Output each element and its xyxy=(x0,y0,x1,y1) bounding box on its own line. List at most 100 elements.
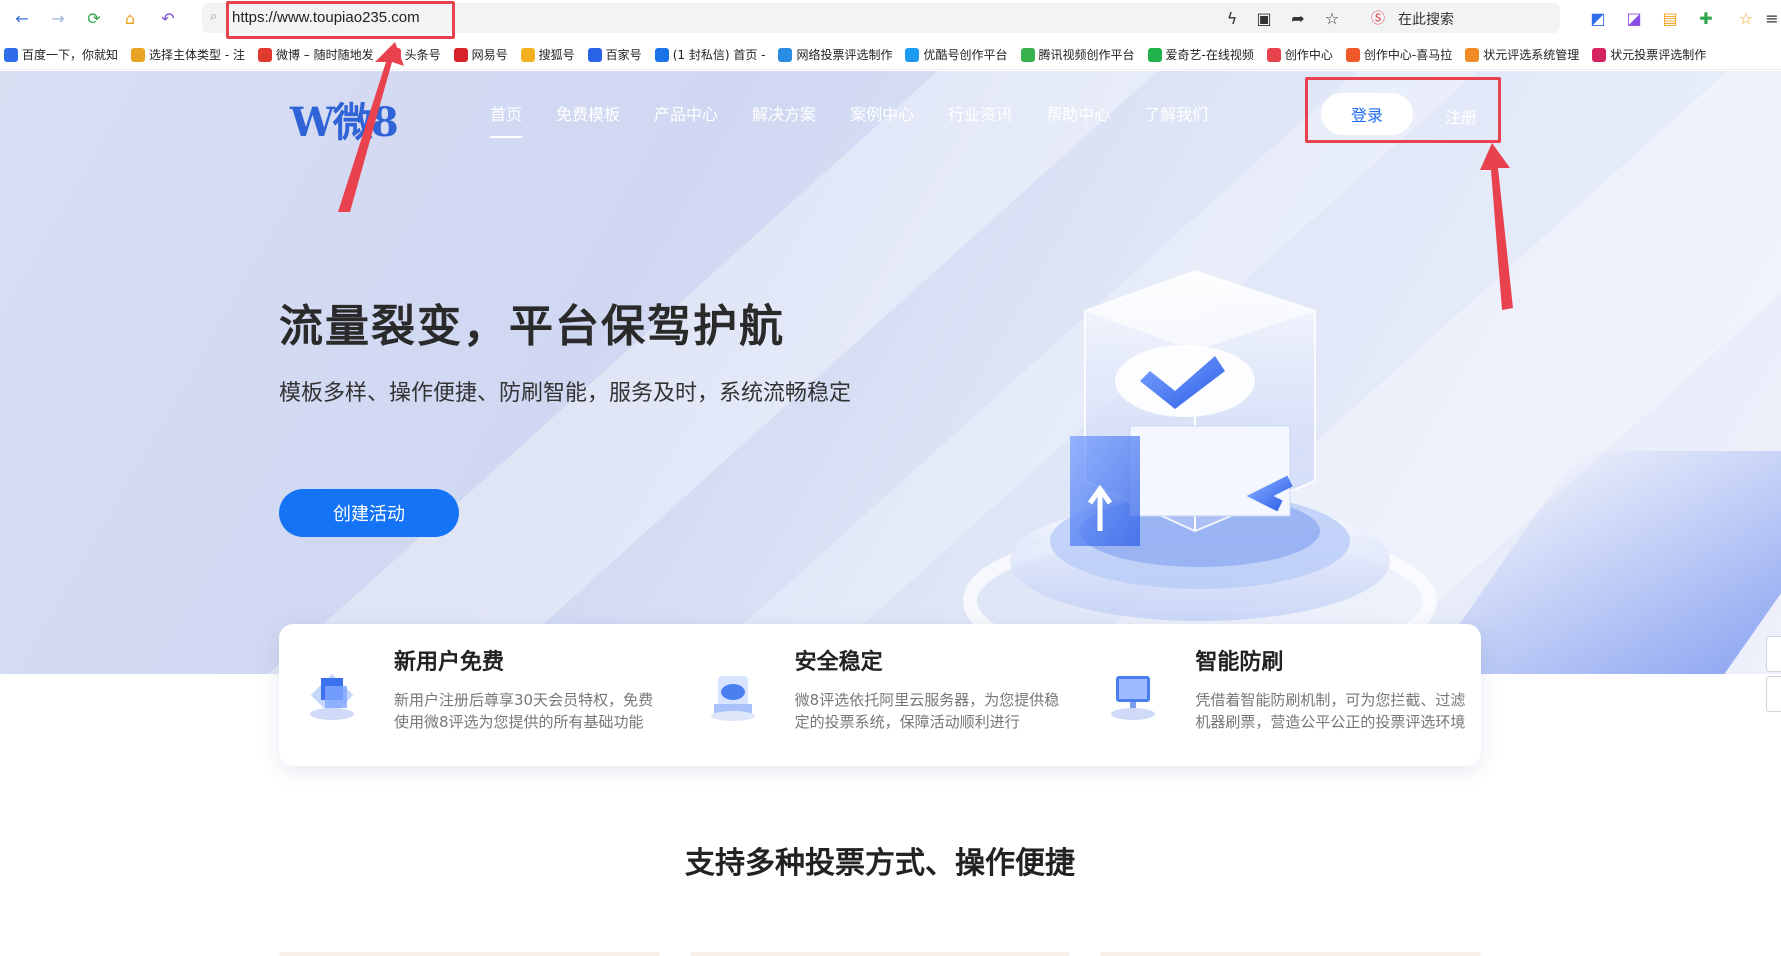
bookmark-label: 百家号 xyxy=(605,48,642,62)
nav-item[interactable]: 首页 xyxy=(490,101,523,138)
nav-item[interactable]: 行业资讯 xyxy=(948,101,1012,125)
bookmark-label: 创作中心-喜马拉 xyxy=(1363,48,1453,62)
section-title: 支持多种投票方式、操作便捷 xyxy=(685,846,1075,881)
bookmark-label: 网络投票评选制作 xyxy=(796,48,893,62)
bookmark-label: 腾讯视频创作平台 xyxy=(1038,48,1135,62)
url-highlight-box xyxy=(226,1,455,39)
translate-icon[interactable]: ◩ xyxy=(1586,6,1610,30)
bookmark-favicon-icon xyxy=(1345,47,1360,62)
search-hint[interactable]: 在此搜索 xyxy=(1398,9,1454,29)
screenshot-icon[interactable]: ▣ xyxy=(1252,6,1276,30)
bookmark-item[interactable]: 爱奇艺-在线视频 xyxy=(1147,46,1254,63)
hero-title: 流量裂变，平台保驾护航 xyxy=(279,301,785,352)
undo-icon[interactable]: ↶ xyxy=(156,6,180,30)
feature-desc: 凭借着智能防刷机制，可为您拦截、过滤机器刷票，营造公平公正的投票评选环境 xyxy=(1195,691,1466,731)
bookmark-favicon-icon xyxy=(905,47,920,62)
bookmark-label: 创作中心 xyxy=(1284,48,1333,62)
refresh-icon[interactable]: ⟳ xyxy=(82,6,106,30)
feature-title: 智能防刷 xyxy=(1195,650,1284,675)
bookmark-favicon-icon xyxy=(1266,47,1281,62)
extension-icon[interactable]: ◪ xyxy=(1622,6,1646,30)
lightning-icon[interactable]: ϟ xyxy=(1220,6,1244,30)
nav-item[interactable]: 免费模板 xyxy=(556,101,620,125)
favorites-icon[interactable]: ☆ xyxy=(1734,6,1758,30)
bookmark-item[interactable]: 搜狐号 xyxy=(520,46,575,63)
bookmark-label: 微博 – 随时随地发 xyxy=(275,48,374,62)
bookmark-favicon-icon xyxy=(257,47,272,62)
back-icon[interactable]: ← xyxy=(10,6,34,30)
bookmark-favicon-icon xyxy=(1592,47,1607,62)
cube-stack-icon xyxy=(303,666,361,724)
nav-item[interactable]: 了解我们 xyxy=(1144,101,1208,125)
method-card xyxy=(689,952,1071,956)
bookmark-item[interactable]: 优酷号创作平台 xyxy=(905,46,1008,63)
feature-title: 安全稳定 xyxy=(794,650,883,675)
menu-icon[interactable]: ≡ xyxy=(1760,6,1781,30)
hero-subtitle: 模板多样、操作便捷、防刷智能，服务及时，系统流畅稳定 xyxy=(279,381,852,406)
site-logo[interactable]: W微8 xyxy=(290,90,399,148)
bookmark-label: (1 封私信) 首页 - xyxy=(672,48,766,62)
method-card xyxy=(1100,952,1482,956)
method-cards-preview xyxy=(279,952,1482,956)
bookmark-item[interactable]: 创作中心-喜马拉 xyxy=(1345,46,1453,63)
feature-title: 新用户免费 xyxy=(394,650,505,675)
bookmark-label: 头条号 xyxy=(404,48,441,62)
method-card xyxy=(279,952,660,956)
bookmark-label: 爱奇艺-在线视频 xyxy=(1165,48,1254,62)
nav-item[interactable]: 产品中心 xyxy=(654,101,718,125)
feature-desc: 新用户注册后尊享30天会员特权，免费使用微8评选为您提供的所有基础功能 xyxy=(394,691,654,731)
bookmark-favicon-icon xyxy=(654,47,669,62)
bookmark-favicon-icon xyxy=(1020,47,1035,62)
bookmark-label: 选择主体类型 - 注 xyxy=(149,48,245,62)
star-icon[interactable]: ☆ xyxy=(1320,6,1344,30)
home-icon[interactable]: ⌂ xyxy=(118,6,142,30)
bookmark-favicon-icon xyxy=(587,47,602,62)
bookmark-favicon-icon xyxy=(1147,47,1162,62)
puzzle-icon[interactable]: ✚ xyxy=(1694,6,1718,30)
bookmark-favicon-icon xyxy=(453,47,468,62)
bookmark-item[interactable]: 百度一下，你就知 xyxy=(4,46,118,63)
side-tab-qrcode[interactable] xyxy=(1766,676,1781,712)
bookmark-item[interactable]: 选择主体类型 - 注 xyxy=(131,46,245,63)
bookmark-item[interactable]: 创作中心 xyxy=(1266,46,1333,63)
bookmark-item[interactable]: 头条号 xyxy=(386,46,441,63)
bookmark-favicon-icon xyxy=(4,47,18,62)
hero-section: W微8 首页 免费模板 产品中心 解决方案 案例中心 行业资讯 帮助中心 了解我们 登录 注册… xyxy=(0,71,1781,674)
share-icon[interactable]: ➦ xyxy=(1286,6,1310,30)
feature-item: 新用户免费新用户注册后尊享30天会员特权，免费使用微8评选为您提供的所有基础功能 xyxy=(279,624,680,766)
browser-toolbar: ← → ⟳ ⌂ ↶ ⌕ https://www.toupiao235.com ϟ… xyxy=(0,0,1781,39)
bookmark-label: 百度一下，你就知 xyxy=(22,48,119,62)
search-engine-icon[interactable]: Ⓢ xyxy=(1366,6,1390,30)
bookmark-label: 状元投票评选制作 xyxy=(1610,48,1707,62)
bookmark-item[interactable]: 腾讯视频创作平台 xyxy=(1020,46,1135,63)
create-activity-button[interactable]: 创建活动 xyxy=(279,489,459,537)
nav-item[interactable]: 解决方案 xyxy=(752,101,816,125)
bookmark-label: 状元评选系统管理 xyxy=(1483,48,1580,62)
bookmark-item[interactable]: 状元投票评选制作 xyxy=(1592,46,1706,63)
search-icon: ⌕ xyxy=(210,9,218,24)
bookmark-item[interactable]: 网易号 xyxy=(453,46,508,63)
bookmark-favicon-icon xyxy=(131,47,146,62)
side-tabs xyxy=(1766,636,1781,716)
forward-icon[interactable]: → xyxy=(46,6,70,30)
bookmark-favicon-icon xyxy=(386,47,401,62)
bookmark-favicon-icon xyxy=(520,47,535,62)
bookmark-item[interactable]: (1 封私信) 首页 - xyxy=(654,46,766,63)
nav-item[interactable]: 案例中心 xyxy=(850,101,914,125)
bookmark-item[interactable]: 微博 – 随时随地发 xyxy=(257,46,374,63)
feature-item: 安全稳定 微8评选依托阿里云服务器，为您提供稳定的投票系统，保障活动顺利进行 xyxy=(680,624,1081,766)
feature-item: 智能防刷凭借着智能防刷机制，可为您拦截、过滤机器刷票，营造公平公正的投票评选环境 xyxy=(1080,624,1481,766)
nav-item[interactable]: 帮助中心 xyxy=(1046,101,1110,125)
folder-icon[interactable]: ▤ xyxy=(1658,6,1682,30)
bookmark-favicon-icon xyxy=(778,47,793,62)
bookmarks-bar: 百度一下，你就知 选择主体类型 - 注 微博 – 随时随地发 头条号 网易号 搜狐号 百家号… xyxy=(0,40,1781,70)
cloud-cube-illustration xyxy=(963,269,1437,674)
side-tab-chat[interactable] xyxy=(1766,636,1781,672)
cloud-server-icon xyxy=(704,666,762,724)
bookmark-item[interactable]: 百家号 xyxy=(587,46,642,63)
bookmark-favicon-icon xyxy=(1465,47,1480,62)
bookmark-item[interactable]: 网络投票评选制作 xyxy=(778,46,892,63)
bookmark-item[interactable]: 状元评选系统管理 xyxy=(1465,46,1579,63)
bookmark-label: 网易号 xyxy=(471,48,508,62)
features-card: 新用户免费新用户注册后尊享30天会员特权，免费使用微8评选为您提供的所有基础功能… xyxy=(279,624,1481,766)
